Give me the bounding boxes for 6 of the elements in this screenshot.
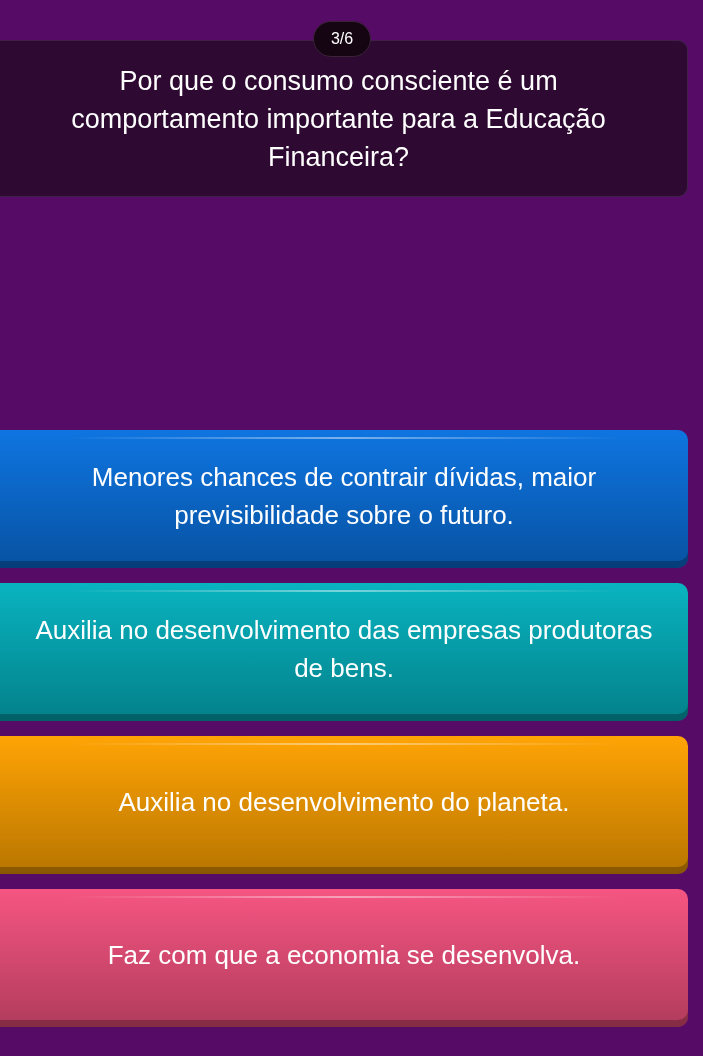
answer-option[interactable]: Faz com que a economia se desenvolva. [0, 889, 688, 1027]
answer-option[interactable]: Auxilia no desenvolvimento das empresas produtoras de bens. [0, 583, 688, 721]
answer-option[interactable]: Menores chances de contrair dívidas, maior previsibilidade sobre o futuro. [0, 430, 688, 568]
question-text: Por que o consumo consciente é um comportamento importante para a Educação Financeira? [70, 64, 607, 174]
answer-option[interactable]: Auxilia no desenvolvimento do planeta. [0, 736, 688, 874]
question-counter: 3/6 [313, 21, 371, 57]
